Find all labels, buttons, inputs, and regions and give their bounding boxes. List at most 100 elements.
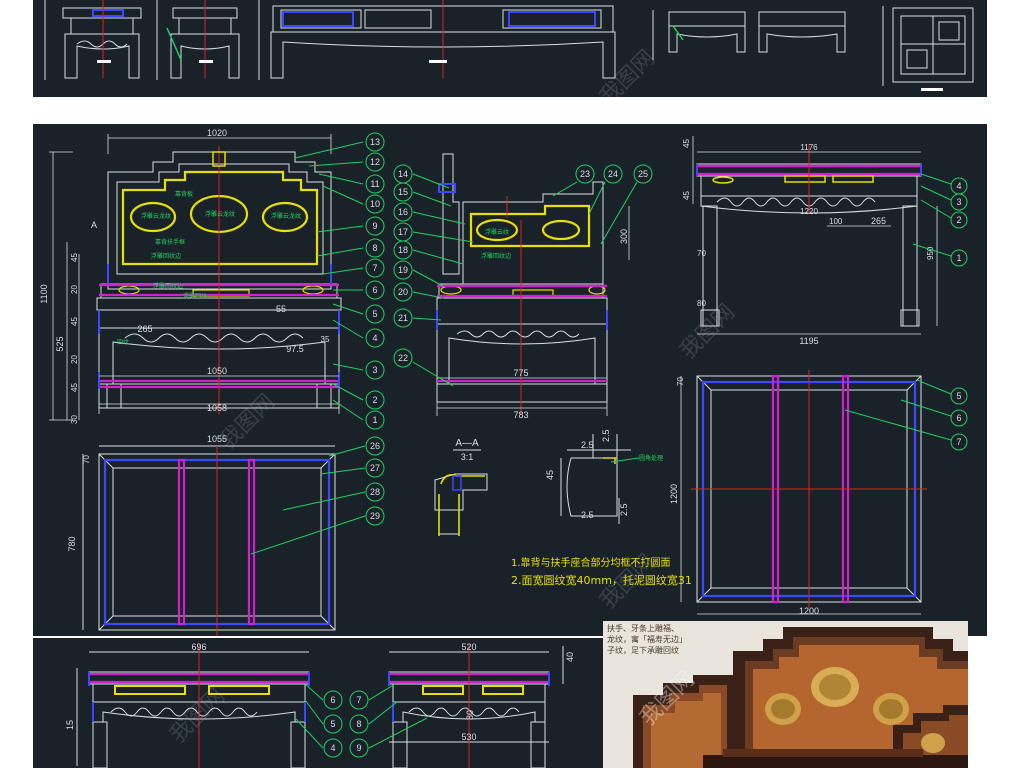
front-label-6: 浮雕回纹边 [153,282,183,290]
front-callout-7: 7 [372,263,377,273]
plan-small-dim-left: 780 [67,536,77,551]
bottom-callout-4: 4 [330,743,335,753]
bottom-dim-right-top: 520 [461,642,476,652]
plan-large-callout-6: 6 [956,413,961,423]
front-dim-stack-0: 45 [70,253,79,262]
right-callout-2: 2 [956,215,961,225]
corner-dim-0: 2.5 [581,440,594,450]
plan-large-dim-bottom: 1200 [799,606,819,616]
front-dim-stack-2: 45 [70,317,79,326]
front-callout-9: 9 [372,221,377,231]
bottom-dim-left-top: 696 [191,642,206,652]
corner-dim-4: 2.5 [619,503,629,516]
front-label-7: 浮雕回纹 [183,292,207,300]
bottom-cad-drawing: 696 520 530 15 40 80 6 5 4 7 8 9 [65,642,575,768]
section-detail: A—A 3:1 [434,438,488,536]
front-dim-height: 1100 [39,284,49,303]
bottom-callout-5: 5 [330,719,335,729]
bottom-callout-8: 8 [356,719,361,729]
throne-photo-panel: 扶手、牙条上雕福、 龙纹，寓「福寿无边」 子纹，足下承雕回纹 我图网 [603,621,968,768]
right-dim-left-2: 70 [697,249,706,258]
side-callout-24: 24 [608,169,618,179]
front-callout-11: 11 [370,179,379,189]
main-cad-drawing: 1020 1100 525 45 20 45 20 45 30 1050 105… [39,128,968,636]
front-dim-small-2: 97.5 [286,344,304,354]
front-dim-stack-3: 20 [70,355,79,364]
plan-small-dim-corner: 70 [82,455,91,464]
front-dim-stack-1: 20 [70,285,79,294]
bottom-dim-side-2: 80 [465,710,475,720]
plan-small-callout-27: 27 [370,463,380,473]
side-callout-22: 22 [398,353,408,363]
side-dim-height: 300 [619,229,629,244]
plan-large-dim-left: 1200 [669,484,679,504]
right-dim-top-0: 1176 [800,143,818,152]
front-dim-small-3: 35 [321,335,330,344]
section-scale: 3:1 [461,452,474,462]
front-callout-6: 6 [372,285,377,295]
right-callout-4: 4 [956,181,961,191]
front-callout-3: 3 [372,365,377,375]
front-dim-top: 1020 [207,128,227,138]
bottom-callout-7: 7 [356,695,361,705]
side-callout-23: 23 [580,169,590,179]
side-callout-15: 15 [398,187,408,197]
front-callout-10: 10 [370,199,380,209]
bottom-dim-side-0: 15 [65,720,75,730]
right-callout-1: 1 [956,253,961,263]
side-label-0: 浮雕云纹 [485,228,509,236]
front-dim-mid-1: 1058 [207,403,227,413]
plan-large-callout-7: 7 [956,437,961,447]
corner-dim-3: 2.5 [581,510,594,520]
side-callout-19: 19 [398,265,408,275]
corner-dim-2: 45 [545,470,555,480]
bottom-dim-right-bottom: 530 [461,732,476,742]
top-strip-drawing [44,0,974,91]
side-callout-25: 25 [638,169,648,179]
right-dim-left-1: 45 [682,191,691,200]
corner-detail: 2.5 2.5 45 2.5 2.5 圆角处理 [545,429,663,524]
front-callout-4: 4 [372,333,377,343]
right-dim-mid-1: 265 [871,216,886,226]
plan-small-callout-26: 26 [370,441,380,451]
bottom-callout-9: 9 [356,743,361,753]
front-label-4: 靠背扶手框 [155,238,185,246]
bottom-callout-6: 6 [330,695,335,705]
side-callout-18: 18 [398,245,408,255]
corner-dim-1: 2.5 [601,429,611,442]
front-label-5: 浮雕回纹边 [151,252,181,260]
front-callout-5: 5 [372,309,377,319]
front-dim-stack-5: 30 [70,415,79,424]
plan-large: 1200 1200 70 5 6 7 [669,370,968,616]
front-dim-seat-height: 525 [55,336,65,351]
side-view: 775 783 300 浮雕云纹 浮雕回纹边 14 15 16 17 18 19… [393,153,653,420]
corner-label: 圆角处理 [639,454,663,462]
bottom-dim-side-1: 40 [565,652,575,662]
right-dim-bottom: 1195 [799,336,818,346]
front-callout-8: 8 [372,243,377,253]
section-title: A—A [455,438,479,449]
front-label-1: 浮雕云龙纹 [141,212,171,220]
side-callout-17: 17 [398,227,408,237]
front-dim-small-1: 55 [276,304,286,314]
right-dim-top-1: 1220 [800,207,818,216]
plan-small-callout-28: 28 [370,487,380,497]
plan-large-callout-5: 5 [956,391,961,401]
side-label-1: 浮雕回纹边 [481,252,511,260]
side-callout-20: 20 [398,287,408,297]
front-dim-mid-0: 1050 [207,366,227,376]
front-section-mark-a: A [91,220,97,230]
front-dim-small-0: 265 [137,324,152,334]
bottom-cad-panel: 696 520 530 15 40 80 6 5 4 7 8 9 我图网 [33,638,603,768]
right-dim-mid-0: 100 [829,217,843,226]
front-view: 1020 1100 525 45 20 45 20 45 30 1050 105… [39,128,385,430]
front-label-3: 浮雕云龙纹 [271,212,301,220]
main-cad-panel: 1020 1100 525 45 20 45 20 45 30 1050 105… [33,124,987,636]
front-callout-1: 1 [372,415,377,425]
front-label-8: 回纹 [117,338,129,346]
side-callout-14: 14 [398,169,408,179]
front-dim-stack-4: 45 [70,383,79,392]
plan-small: 1055 780 70 26 27 28 29 [67,434,385,636]
front-callout-2: 2 [372,395,377,405]
plan-small-callout-29: 29 [370,511,380,521]
